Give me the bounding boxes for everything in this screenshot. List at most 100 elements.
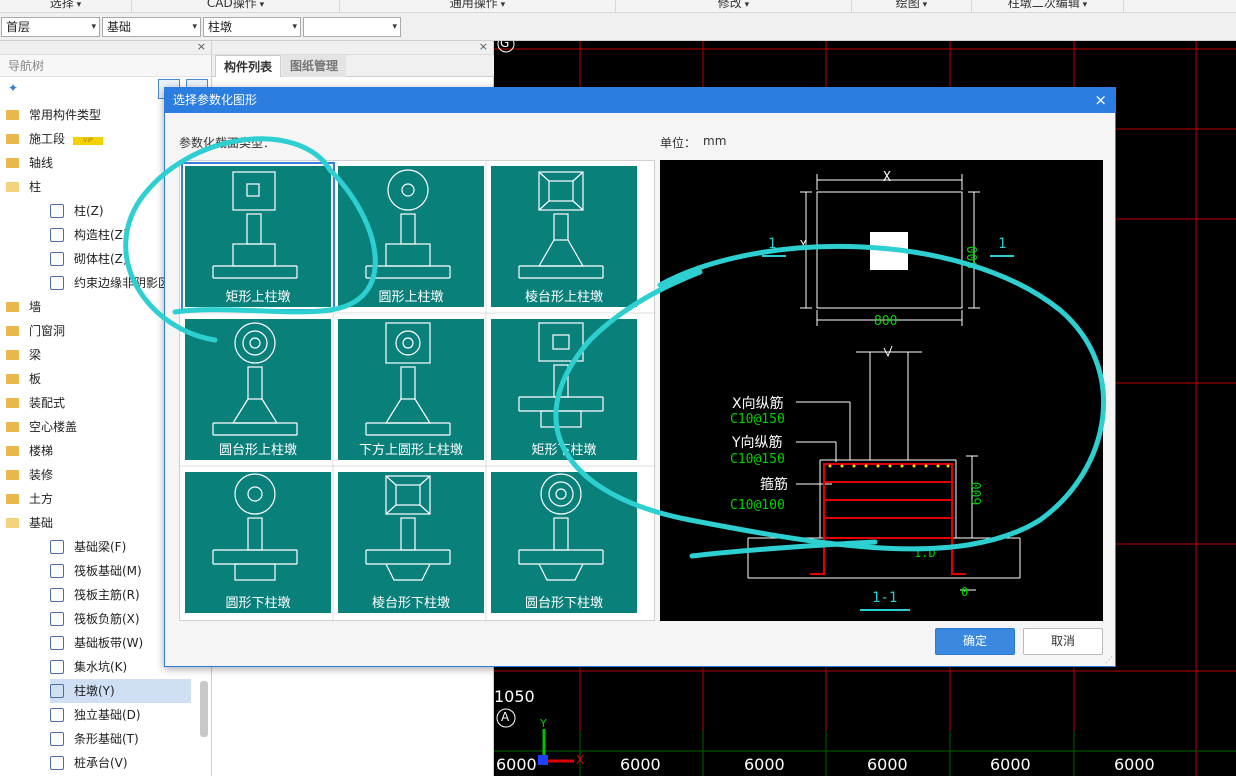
- tree-item-label: 楼梯: [29, 444, 54, 458]
- chevron-down-icon: ▾: [392, 22, 397, 32]
- shape-rect-bottom-pier[interactable]: 矩形下柱墩: [491, 319, 637, 460]
- tree-child-item[interactable]: 独立基础(D): [50, 703, 191, 727]
- shape-round-frustum-bottom-pier[interactable]: 圆台形下柱墩: [491, 472, 637, 613]
- tree-item-label: 约束边缘非阴影区: [74, 276, 171, 290]
- shape-grid: 矩形上柱墩 圆形上柱墩 棱台形上柱墩 圆台形上柱墩 下方上圆形上柱墩 矩形下柱墩…: [179, 160, 656, 622]
- dim-600: 600: [970, 481, 986, 506]
- ucs-origin: [538, 755, 548, 765]
- tree-item-label: 常用构件类型: [29, 108, 102, 122]
- floor-select[interactable]: 首层 ▾: [1, 17, 100, 37]
- tree-item-label: 装配式: [29, 396, 66, 410]
- stirrup-label: 箍筋: [760, 477, 788, 493]
- tree-child-item[interactable]: 条形基础(T): [50, 727, 191, 751]
- preview-drawing: [747, 174, 1021, 611]
- folder-icon: [6, 494, 19, 504]
- tree-item-label: 门窗洞: [29, 324, 66, 338]
- folder-icon: [6, 326, 19, 336]
- spacing-label: 6000: [496, 755, 537, 774]
- folder-icon: [6, 158, 19, 168]
- tab-component-list[interactable]: 构件列表: [215, 55, 282, 77]
- menu-cad-ops[interactable]: CAD操作: [132, 0, 340, 12]
- strip-icon: [50, 636, 64, 650]
- shape-label: 圆形下柱墩: [225, 596, 291, 611]
- folder-icon: [6, 134, 19, 144]
- new-item-icon[interactable]: ✦: [8, 81, 18, 95]
- isolated-footing-icon: [50, 708, 64, 722]
- section-title: 1-1: [872, 590, 898, 606]
- tree-item-label: 轴线: [29, 156, 54, 170]
- shape-label: 矩形上柱墩: [225, 290, 291, 305]
- tab-drawing-management[interactable]: 图纸管理: [282, 55, 347, 77]
- tree-item-label: 柱墩(Y): [74, 684, 115, 698]
- raft-neg-bar-icon: [50, 612, 64, 626]
- constructional-column-icon: [50, 228, 64, 242]
- folder-open-icon: [6, 182, 19, 192]
- shape-preview: X Y 800 800 1 1 X向纵筋 C10@150 Y向纵筋 C10@15…: [660, 160, 1103, 621]
- comp-panel-header: ×: [212, 41, 493, 55]
- section-mark-left: 1: [768, 236, 777, 252]
- dim-1d: 1.D: [914, 546, 936, 560]
- stirrup-value: C10@100: [730, 498, 785, 513]
- shape-round-frustum-top-pier[interactable]: 圆台形上柱墩: [185, 319, 331, 460]
- tree-item-label: 柱(Z): [74, 204, 104, 218]
- spacing-label: 6000: [1114, 755, 1155, 774]
- section-type-label: 参数化截面类型：: [179, 136, 276, 150]
- shape-circle-top-pier[interactable]: 圆形上柱墩: [338, 166, 484, 307]
- shape-frustum-bottom-pier[interactable]: 棱台形下柱墩: [338, 472, 484, 613]
- tree-item-label: 基础: [29, 516, 54, 530]
- category-select-value: 基础: [107, 20, 132, 34]
- tree-child-item[interactable]: 桩承台(V): [50, 751, 191, 775]
- tree-child-item[interactable]: 柱墩(Y): [50, 679, 191, 703]
- dim-y-label: Y: [800, 238, 807, 251]
- tree-item-label: 独立基础(D): [74, 708, 141, 722]
- shape-square-round-top-pier[interactable]: 下方上圆形上柱墩: [338, 319, 484, 460]
- menu-draw[interactable]: 绘图: [852, 0, 972, 12]
- raft-icon: [50, 564, 64, 578]
- shape-rect-top-pier[interactable]: 矩形上柱墩: [181, 162, 335, 311]
- type-select[interactable]: 柱墩 ▾: [203, 17, 301, 37]
- folder-icon: [6, 110, 19, 120]
- shape-circle-bottom-pier[interactable]: 圆形下柱墩: [185, 472, 331, 613]
- category-select[interactable]: 基础 ▾: [102, 17, 201, 37]
- tree-item-label: 土方: [29, 492, 54, 506]
- y-bar-value: C10@150: [730, 452, 785, 467]
- component-select[interactable]: ▾: [303, 17, 401, 37]
- menu-general-ops[interactable]: 通用操作: [340, 0, 616, 12]
- nav-scrollbar[interactable]: [200, 681, 208, 737]
- folder-open-icon: [6, 518, 19, 528]
- masonry-column-icon: [50, 252, 64, 266]
- tree-item-label: 筏板基础(M): [74, 564, 142, 578]
- raft-main-bar-icon: [50, 588, 64, 602]
- folder-icon: [6, 470, 19, 480]
- floor-select-value: 首层: [6, 20, 31, 34]
- ok-button[interactable]: 确定: [935, 628, 1015, 655]
- chevron-down-icon: ▾: [192, 22, 197, 32]
- menu-modify[interactable]: 修改: [616, 0, 852, 12]
- close-icon[interactable]: ×: [479, 41, 488, 53]
- close-icon[interactable]: ×: [1094, 88, 1107, 113]
- axis-label-a: A: [501, 710, 510, 724]
- cancel-button[interactable]: 取消: [1023, 628, 1103, 655]
- parametric-shape-dialog: 选择参数化图形 × 参数化截面类型： 单位： mm 矩形上柱墩 圆形上柱墩 棱台…: [164, 87, 1116, 667]
- y-bar-label: Y向纵筋: [732, 435, 783, 451]
- close-icon[interactable]: ×: [197, 41, 206, 53]
- resize-grip-icon[interactable]: ⋰: [1105, 655, 1113, 664]
- pit-icon: [50, 660, 64, 674]
- spacing-label: 6000: [620, 755, 661, 774]
- menu-select[interactable]: 选择: [0, 0, 132, 12]
- type-select-value: 柱墩: [208, 20, 233, 34]
- tree-item-label: 构造柱(Z): [74, 228, 128, 242]
- folder-icon: [6, 350, 19, 360]
- shape-frustum-top-pier[interactable]: 棱台形上柱墩: [491, 166, 637, 307]
- folder-icon: [6, 302, 19, 312]
- nav-panel-header: ×: [0, 41, 211, 55]
- menu-pier-edit[interactable]: 柱墩二次编辑: [972, 0, 1124, 12]
- shape-label: 棱台形下柱墩: [371, 596, 450, 611]
- beam-icon: [50, 540, 64, 554]
- comp-tabs: 构件列表 图纸管理: [212, 55, 494, 77]
- spacing-label: 6000: [744, 755, 785, 774]
- dim-800-side: 800: [966, 245, 982, 270]
- pier-icon: [50, 684, 64, 698]
- tree-item-label: 砌体柱(Z): [74, 252, 128, 266]
- dialog-title: 选择参数化图形: [173, 93, 258, 107]
